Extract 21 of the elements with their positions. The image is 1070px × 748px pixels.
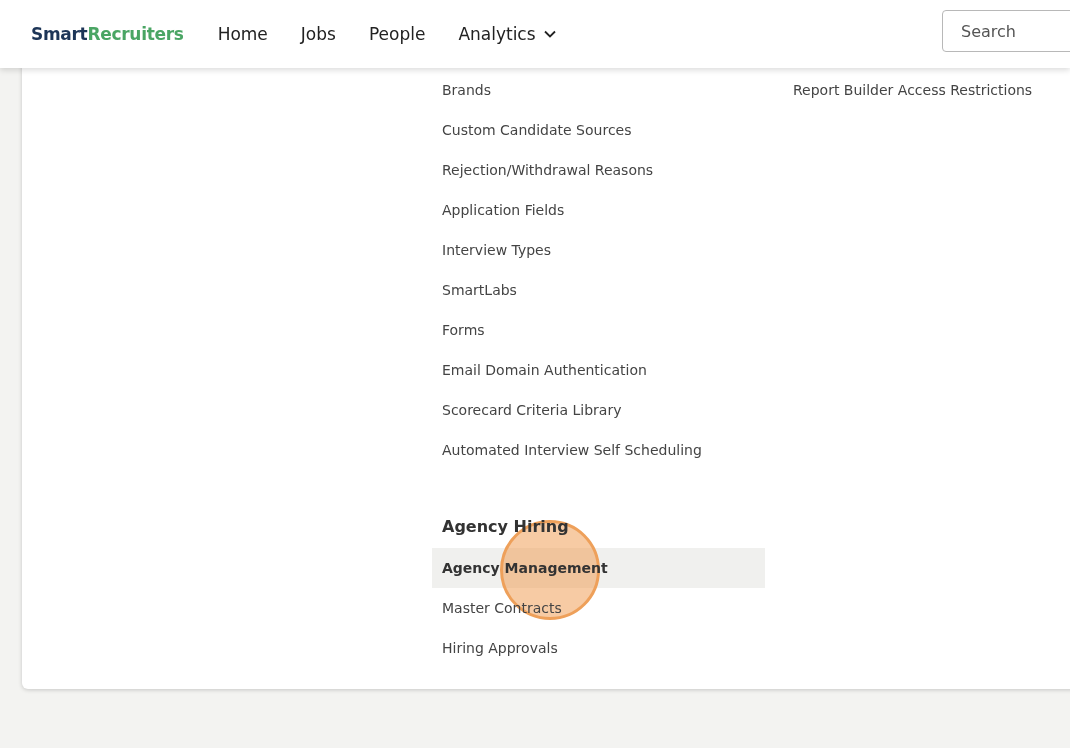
settings-link[interactable]: Application Fields <box>432 190 765 230</box>
settings-link[interactable]: Brands <box>432 70 765 110</box>
search-field[interactable]: Search <box>942 10 1070 52</box>
settings-link[interactable]: Custom Candidate Sources <box>432 110 765 150</box>
nav-link[interactable]: Jobs <box>300 24 336 44</box>
settings-link[interactable]: Automated Interview Self Scheduling <box>432 430 765 470</box>
settings-link[interactable]: Scorecard Criteria Library <box>432 390 765 430</box>
logo[interactable]: SmartRecruiters <box>31 24 184 44</box>
settings-link[interactable]: Master Contracts <box>432 588 765 628</box>
settings-link[interactable]: Agency Management <box>432 548 765 588</box>
nav-link[interactable]: People <box>368 24 426 44</box>
nav-link[interactable]: Analytics <box>458 24 556 44</box>
settings-link[interactable]: Hiring Approvals <box>432 628 765 668</box>
settings-link[interactable]: Email Domain Authentication <box>432 350 765 390</box>
settings-link[interactable]: Report Builder Access Restrictions <box>783 70 1053 110</box>
section-heading: Agency Hiring <box>441 516 570 538</box>
settings-link[interactable]: Interview Types <box>432 230 765 270</box>
settings-link[interactable]: SmartLabs <box>432 270 765 310</box>
settings-link[interactable]: Forms <box>432 310 765 350</box>
nav-link[interactable]: Home <box>217 24 268 44</box>
settings-link[interactable]: Rejection/Withdrawal Reasons <box>432 150 765 190</box>
